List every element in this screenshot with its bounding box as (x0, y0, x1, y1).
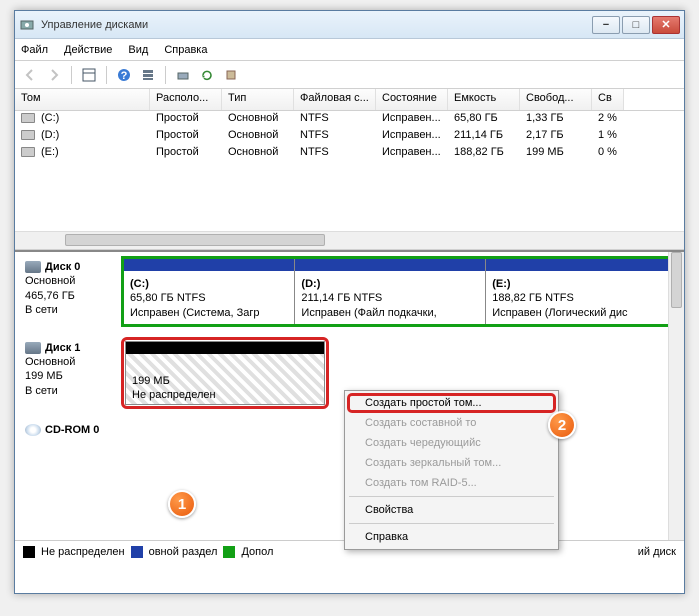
disk-1-label[interactable]: Диск 1 Основной 199 МБ В сети (19, 337, 121, 409)
col-free[interactable]: Свобод... (520, 89, 592, 110)
partition-e[interactable]: (E:) 188,82 ГБ NTFS Исправен (Логический… (486, 259, 677, 324)
menu-view[interactable]: Вид (128, 44, 148, 56)
ctx-create-striped-volume: Создать чередующийс (347, 433, 556, 453)
volume-icon (21, 147, 35, 157)
col-percent[interactable]: Св (592, 89, 624, 110)
unallocated-space[interactable]: 199 МБ Не распределен (126, 342, 324, 404)
context-menu: Создать простой том... Создать составной… (344, 390, 559, 550)
ctx-create-mirrored-volume: Создать зеркальный том... (347, 453, 556, 473)
ctx-help[interactable]: Справка (347, 527, 556, 547)
forward-icon[interactable] (45, 66, 63, 84)
annotation-badge-1: 1 (168, 490, 196, 518)
list-icon[interactable] (139, 66, 157, 84)
action1-icon[interactable] (174, 66, 192, 84)
menu-file[interactable]: Файл (21, 44, 48, 56)
partition-d[interactable]: (D:) 211,14 ГБ NTFS Исправен (Файл подка… (295, 259, 486, 324)
horizontal-scrollbar[interactable] (15, 231, 684, 249)
legend-unallocated-swatch (23, 546, 35, 558)
col-type[interactable]: Тип (222, 89, 294, 110)
menu-help[interactable]: Справка (164, 44, 207, 56)
menu-action[interactable]: Действие (64, 44, 112, 56)
view-icon[interactable] (80, 66, 98, 84)
table-row[interactable]: (D:) Простой Основной NTFS Исправен... 2… (15, 128, 684, 145)
ctx-create-spanned-volume: Создать составной то (347, 413, 556, 433)
volume-icon (21, 113, 35, 123)
legend-primary-swatch (131, 546, 143, 558)
col-layout[interactable]: Располо... (150, 89, 222, 110)
disk-0-row: Диск 0 Основной 465,76 ГБ В сети (C:) 65… (19, 256, 680, 327)
cdrom-label[interactable]: CD-ROM 0 (19, 419, 121, 441)
minimize-button[interactable]: − (592, 16, 620, 34)
highlight-1: 199 МБ Не распределен (121, 337, 329, 409)
volume-table: Том Располо... Тип Файловая с... Состоян… (15, 89, 684, 250)
help-icon[interactable]: ? (115, 66, 133, 84)
ctx-create-simple-volume[interactable]: Создать простой том... (347, 393, 556, 413)
settings-icon[interactable] (222, 66, 240, 84)
back-icon[interactable] (21, 66, 39, 84)
col-state[interactable]: Состояние (376, 89, 448, 110)
hdd-icon (25, 261, 41, 273)
volume-icon (21, 130, 35, 140)
ctx-create-raid5-volume: Создать том RAID-5... (347, 473, 556, 493)
vertical-scrollbar[interactable] (668, 252, 684, 540)
toolbar: ? (15, 61, 684, 89)
hdd-icon (25, 342, 41, 354)
legend-extended-swatch (223, 546, 235, 558)
annotation-badge-2: 2 (548, 411, 576, 439)
cd-icon (25, 424, 41, 436)
table-row[interactable]: (C:) Простой Основной NTFS Исправен... 6… (15, 111, 684, 128)
partition-c[interactable]: (C:) 65,80 ГБ NTFS Исправен (Система, За… (124, 259, 295, 324)
maximize-button[interactable]: □ (622, 16, 650, 34)
col-volume[interactable]: Том (15, 89, 150, 110)
ctx-properties[interactable]: Свойства (347, 500, 556, 520)
disk-0-label[interactable]: Диск 0 Основной 465,76 ГБ В сети (19, 256, 121, 327)
table-header: Том Располо... Тип Файловая с... Состоян… (15, 89, 684, 111)
col-capacity[interactable]: Емкость (448, 89, 520, 110)
table-row[interactable]: (E:) Простой Основной NTFS Исправен... 1… (15, 145, 684, 162)
titlebar[interactable]: Управление дисками − □ ✕ (15, 11, 684, 39)
app-icon (19, 17, 35, 33)
svg-text:?: ? (121, 70, 128, 82)
window-title: Управление дисками (41, 19, 590, 31)
menubar: Файл Действие Вид Справка (15, 39, 684, 61)
refresh-icon[interactable] (198, 66, 216, 84)
col-filesystem[interactable]: Файловая с... (294, 89, 376, 110)
close-button[interactable]: ✕ (652, 16, 680, 34)
